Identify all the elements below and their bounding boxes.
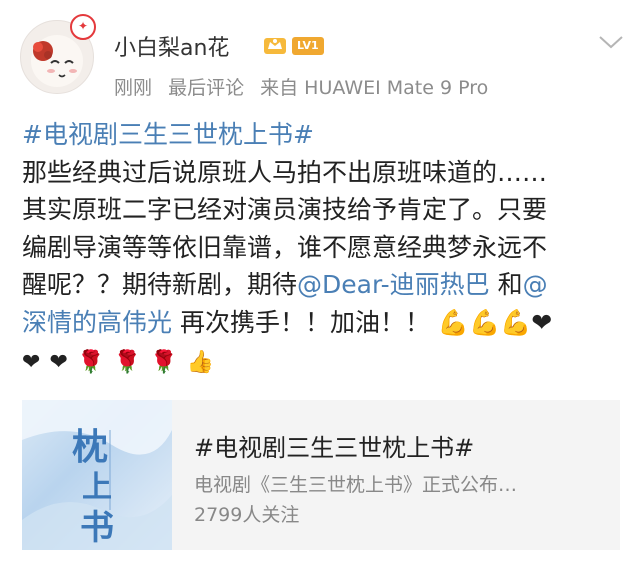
post-header: ✦ 小白梨an花 LV1 刚刚 最后评论 来自 HUAWEI Mate 9 Pr… bbox=[0, 0, 640, 110]
chevron-down-icon[interactable] bbox=[598, 34, 624, 50]
heart-emoji-icon: ❤ bbox=[49, 350, 68, 375]
mention-link-at[interactable]: @ bbox=[523, 270, 548, 299]
mention-link-gaoweiguang[interactable]: 深情的高伟光 bbox=[22, 308, 172, 337]
crown-icon bbox=[264, 38, 286, 54]
post-meta: 刚刚 最后评论 来自 HUAWEI Mate 9 Pro bbox=[114, 73, 498, 100]
topic-card-image: 枕 上 书 bbox=[22, 400, 172, 550]
rose-emoji-icon: 🌹 bbox=[77, 350, 105, 375]
level-badge: LV1 bbox=[292, 37, 324, 55]
thumbs-up-emoji-icon: 👍 bbox=[186, 350, 214, 375]
post-line: 其实原班二字已经对演员演技给予肯定了。只要 bbox=[22, 195, 548, 224]
hashtag-link[interactable]: #电视剧三生三世枕上书# bbox=[22, 120, 314, 149]
rose-emoji-icon: 🌹 bbox=[150, 350, 178, 375]
emoji-tail: 💪💪💪❤ bbox=[437, 307, 553, 337]
post-time: 刚刚 bbox=[114, 77, 153, 99]
rose-emoji-icon: 🌹 bbox=[113, 350, 141, 375]
topic-card-title: #电视剧三生三世枕上书# bbox=[194, 434, 475, 462]
post-action: 最后评论 bbox=[168, 77, 245, 99]
heart-emoji-icon: ❤ bbox=[22, 350, 41, 375]
post-text-segment: 醒呢？？期待新剧，期待 bbox=[22, 270, 298, 299]
post-text-segment: 再次携手！！加油！！ bbox=[172, 307, 438, 337]
post-line: 编剧导演等等依旧靠谱，谁不愿意经典梦永远不 bbox=[22, 232, 548, 262]
topic-card-followers: 2799人关注 bbox=[194, 504, 300, 526]
post-text-segment: 和 bbox=[489, 270, 523, 299]
emoji-row: ❤ ❤ 🌹 🌹 🌹 👍 bbox=[22, 350, 218, 380]
topic-card[interactable]: 枕 上 书 #电视剧三生三世枕上书# 电视剧《三生三世枕上书》正式公布… 279… bbox=[22, 400, 620, 550]
vip-badge-icon: ✦ bbox=[70, 14, 96, 40]
mention-link-dear[interactable]: @Dear-迪丽热巴 bbox=[297, 270, 490, 299]
post-body: #电视剧三生三世枕上书# 那些经典过后说原班人马拍不出原班味道的…… 其实原班二… bbox=[22, 116, 622, 341]
username[interactable]: 小白梨an花 bbox=[114, 30, 229, 62]
card-char: 书 bbox=[80, 508, 114, 548]
post-line: 那些经典过后说原班人马拍不出原班味道的…… bbox=[22, 157, 548, 187]
post-source: 来自 HUAWEI Mate 9 Pro bbox=[260, 77, 489, 99]
topic-card-subtitle: 电视剧《三生三世枕上书》正式公布… bbox=[194, 474, 518, 496]
